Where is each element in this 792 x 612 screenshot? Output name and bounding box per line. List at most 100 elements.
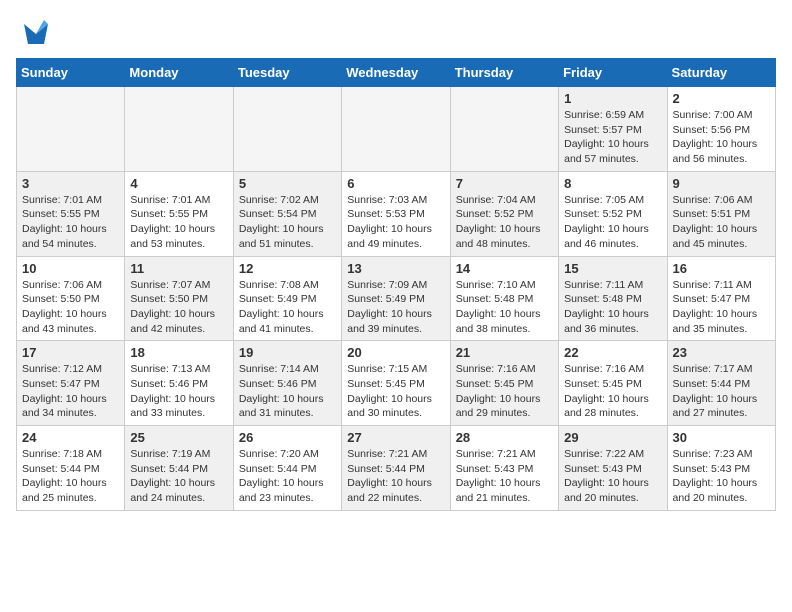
day-info: Sunrise: 6:59 AM Sunset: 5:57 PM Dayligh… <box>564 108 661 167</box>
calendar-body: 1 Sunrise: 6:59 AM Sunset: 5:57 PM Daylig… <box>17 87 776 511</box>
day-cell: 1 Sunrise: 6:59 AM Sunset: 5:57 PM Daylig… <box>559 87 667 172</box>
day-info: Sunrise: 7:14 AM Sunset: 5:46 PM Dayligh… <box>239 362 336 421</box>
day-number: 27 <box>347 430 444 445</box>
day-info: Sunrise: 7:21 AM Sunset: 5:43 PM Dayligh… <box>456 447 553 506</box>
day-cell: 21Sunrise: 7:16 AM Sunset: 5:45 PM Dayli… <box>450 341 558 426</box>
day-number: 11 <box>130 261 227 276</box>
day-number: 29 <box>564 430 661 445</box>
day-cell: 3 Sunrise: 7:01 AM Sunset: 5:55 PM Daylig… <box>17 171 125 256</box>
day-cell: 12 Sunrise: 7:08 AM Sunset: 5:49 PM Dayli… <box>233 256 341 341</box>
day-info: Sunrise: 7:01 AM Sunset: 5:55 PM Dayligh… <box>130 193 227 252</box>
day-info: Sunrise: 7:21 AM Sunset: 5:44 PM Dayligh… <box>347 447 444 506</box>
day-info: Sunrise: 7:16 AM Sunset: 5:45 PM Dayligh… <box>564 362 661 421</box>
weekday-thursday: Thursday <box>450 59 558 87</box>
day-cell <box>233 87 341 172</box>
day-cell: 15 Sunrise: 7:11 AM Sunset: 5:48 PM Dayli… <box>559 256 667 341</box>
day-cell: 30 Sunrise: 7:23 AM Sunset: 5:43 PM Dayli… <box>667 426 775 511</box>
day-cell: 2 Sunrise: 7:00 AM Sunset: 5:56 PM Daylig… <box>667 87 775 172</box>
day-number: 5 <box>239 176 336 191</box>
day-number: 4 <box>130 176 227 191</box>
day-info: Sunrise: 7:10 AM Sunset: 5:48 PM Dayligh… <box>456 278 553 337</box>
day-info: Sunrise: 7:17 AM Sunset: 5:44 PM Dayligh… <box>673 362 770 421</box>
day-cell: 4 Sunrise: 7:01 AM Sunset: 5:55 PM Daylig… <box>125 171 233 256</box>
day-number: 2 <box>673 91 770 106</box>
day-cell: 5 Sunrise: 7:02 AM Sunset: 5:54 PM Daylig… <box>233 171 341 256</box>
day-number: 7 <box>456 176 553 191</box>
day-info: Sunrise: 7:11 AM Sunset: 5:48 PM Dayligh… <box>564 278 661 337</box>
day-number: 26 <box>239 430 336 445</box>
day-number: 3 <box>22 176 119 191</box>
day-cell: 14 Sunrise: 7:10 AM Sunset: 5:48 PM Dayli… <box>450 256 558 341</box>
day-number: 14 <box>456 261 553 276</box>
day-cell: 27 Sunrise: 7:21 AM Sunset: 5:44 PM Dayli… <box>342 426 450 511</box>
weekday-sunday: Sunday <box>17 59 125 87</box>
calendar-header: SundayMondayTuesdayWednesdayThursdayFrid… <box>17 59 776 87</box>
week-row-1: 3 Sunrise: 7:01 AM Sunset: 5:55 PM Daylig… <box>17 171 776 256</box>
day-number: 25 <box>130 430 227 445</box>
day-info: Sunrise: 7:03 AM Sunset: 5:53 PM Dayligh… <box>347 193 444 252</box>
day-number: 12 <box>239 261 336 276</box>
week-row-2: 10 Sunrise: 7:06 AM Sunset: 5:50 PM Dayli… <box>17 256 776 341</box>
day-cell: 24 Sunrise: 7:18 AM Sunset: 5:44 PM Dayli… <box>17 426 125 511</box>
day-info: Sunrise: 7:19 AM Sunset: 5:44 PM Dayligh… <box>130 447 227 506</box>
day-info: Sunrise: 7:23 AM Sunset: 5:43 PM Dayligh… <box>673 447 770 506</box>
day-cell: 23 Sunrise: 7:17 AM Sunset: 5:44 PM Dayli… <box>667 341 775 426</box>
logo-icon <box>20 16 52 48</box>
logo <box>16 16 52 48</box>
day-number: 16 <box>673 261 770 276</box>
day-cell: 19 Sunrise: 7:14 AM Sunset: 5:46 PM Dayli… <box>233 341 341 426</box>
week-row-4: 24 Sunrise: 7:18 AM Sunset: 5:44 PM Dayli… <box>17 426 776 511</box>
day-info: Sunrise: 7:18 AM Sunset: 5:44 PM Dayligh… <box>22 447 119 506</box>
day-cell <box>125 87 233 172</box>
calendar: SundayMondayTuesdayWednesdayThursdayFrid… <box>16 58 776 511</box>
day-cell <box>17 87 125 172</box>
day-number: 18 <box>130 345 227 360</box>
day-info: Sunrise: 7:22 AM Sunset: 5:43 PM Dayligh… <box>564 447 661 506</box>
day-info: Sunrise: 7:12 AM Sunset: 5:47 PM Dayligh… <box>22 362 119 421</box>
day-number: 9 <box>673 176 770 191</box>
weekday-saturday: Saturday <box>667 59 775 87</box>
day-info: Sunrise: 7:02 AM Sunset: 5:54 PM Dayligh… <box>239 193 336 252</box>
day-number: 13 <box>347 261 444 276</box>
day-cell <box>342 87 450 172</box>
day-cell: 26 Sunrise: 7:20 AM Sunset: 5:44 PM Dayli… <box>233 426 341 511</box>
day-info: Sunrise: 7:06 AM Sunset: 5:50 PM Dayligh… <box>22 278 119 337</box>
day-number: 17 <box>22 345 119 360</box>
weekday-wednesday: Wednesday <box>342 59 450 87</box>
day-cell: 11 Sunrise: 7:07 AM Sunset: 5:50 PM Dayli… <box>125 256 233 341</box>
day-cell: 17 Sunrise: 7:12 AM Sunset: 5:47 PM Dayli… <box>17 341 125 426</box>
day-cell: 18Sunrise: 7:13 AM Sunset: 5:46 PM Dayli… <box>125 341 233 426</box>
day-cell: 29 Sunrise: 7:22 AM Sunset: 5:43 PM Dayli… <box>559 426 667 511</box>
day-info: Sunrise: 7:16 AM Sunset: 5:45 PM Dayligh… <box>456 362 553 421</box>
day-number: 10 <box>22 261 119 276</box>
day-number: 23 <box>673 345 770 360</box>
day-cell: 8Sunrise: 7:05 AM Sunset: 5:52 PM Daylig… <box>559 171 667 256</box>
day-info: Sunrise: 7:00 AM Sunset: 5:56 PM Dayligh… <box>673 108 770 167</box>
day-info: Sunrise: 7:15 AM Sunset: 5:45 PM Dayligh… <box>347 362 444 421</box>
day-cell: 28Sunrise: 7:21 AM Sunset: 5:43 PM Dayli… <box>450 426 558 511</box>
day-number: 24 <box>22 430 119 445</box>
day-info: Sunrise: 7:06 AM Sunset: 5:51 PM Dayligh… <box>673 193 770 252</box>
day-cell: 20Sunrise: 7:15 AM Sunset: 5:45 PM Dayli… <box>342 341 450 426</box>
day-info: Sunrise: 7:01 AM Sunset: 5:55 PM Dayligh… <box>22 193 119 252</box>
day-cell: 9 Sunrise: 7:06 AM Sunset: 5:51 PM Daylig… <box>667 171 775 256</box>
weekday-monday: Monday <box>125 59 233 87</box>
day-number: 15 <box>564 261 661 276</box>
day-cell: 22Sunrise: 7:16 AM Sunset: 5:45 PM Dayli… <box>559 341 667 426</box>
day-cell: 6 Sunrise: 7:03 AM Sunset: 5:53 PM Daylig… <box>342 171 450 256</box>
day-info: Sunrise: 7:08 AM Sunset: 5:49 PM Dayligh… <box>239 278 336 337</box>
day-number: 19 <box>239 345 336 360</box>
day-cell: 25 Sunrise: 7:19 AM Sunset: 5:44 PM Dayli… <box>125 426 233 511</box>
week-row-3: 17 Sunrise: 7:12 AM Sunset: 5:47 PM Dayli… <box>17 341 776 426</box>
day-number: 1 <box>564 91 661 106</box>
day-cell: 7 Sunrise: 7:04 AM Sunset: 5:52 PM Daylig… <box>450 171 558 256</box>
day-info: Sunrise: 7:07 AM Sunset: 5:50 PM Dayligh… <box>130 278 227 337</box>
day-info: Sunrise: 7:04 AM Sunset: 5:52 PM Dayligh… <box>456 193 553 252</box>
day-number: 30 <box>673 430 770 445</box>
day-cell <box>450 87 558 172</box>
day-info: Sunrise: 7:20 AM Sunset: 5:44 PM Dayligh… <box>239 447 336 506</box>
day-cell: 16Sunrise: 7:11 AM Sunset: 5:47 PM Dayli… <box>667 256 775 341</box>
week-row-0: 1 Sunrise: 6:59 AM Sunset: 5:57 PM Daylig… <box>17 87 776 172</box>
day-cell: 10 Sunrise: 7:06 AM Sunset: 5:50 PM Dayli… <box>17 256 125 341</box>
day-number: 6 <box>347 176 444 191</box>
